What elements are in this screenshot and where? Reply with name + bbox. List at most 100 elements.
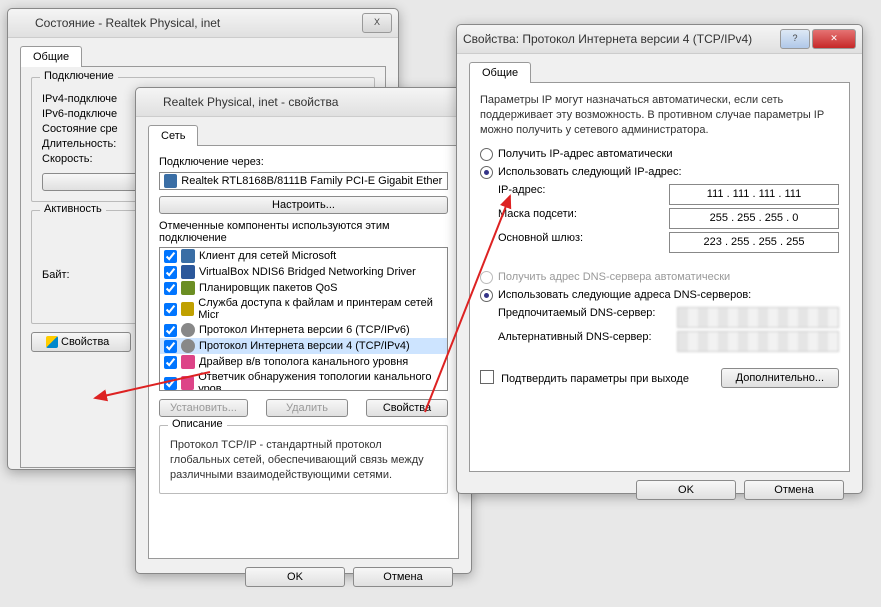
ipv6-label: IPv6-подключе — [42, 108, 117, 120]
tab-network[interactable]: Сеть — [148, 125, 198, 146]
item-checkbox[interactable] — [164, 340, 177, 353]
shield-icon — [46, 336, 58, 348]
driver-icon — [181, 355, 195, 369]
radio-icon — [480, 271, 493, 284]
list-item[interactable]: Драйвер в/в тополога канального уровня — [160, 354, 447, 370]
advanced-button[interactable]: Дополнительно... — [721, 368, 839, 388]
list-item-label: Протокол Интернета версии 6 (TCP/IPv6) — [199, 324, 410, 336]
ip-label: IP-адрес: — [498, 184, 545, 205]
list-item[interactable]: Клиент для сетей Microsoft — [160, 248, 447, 264]
ipv4-titlebar[interactable]: Свойства: Протокол Интернета версии 4 (T… — [457, 25, 862, 54]
adapter-props-window: Realtek Physical, inet - свойства Сеть П… — [135, 87, 472, 574]
gateway-label: Основной шлюз: — [498, 232, 583, 253]
item-checkbox[interactable] — [164, 250, 177, 263]
component-properties-button[interactable]: Свойства — [366, 399, 448, 417]
network-icon — [14, 15, 30, 31]
close-button[interactable]: X — [362, 13, 392, 33]
list-item-label: Протокол Интернета версии 4 (TCP/IPv4) — [199, 340, 410, 352]
client-icon — [181, 249, 195, 263]
radio-auto-ip-label: Получить IP-адрес автоматически — [498, 148, 672, 160]
list-item[interactable]: Ответчик обнаружения топологии канальног… — [160, 370, 447, 391]
radio-use-dns-label: Использовать следующие адреса DNS-сервер… — [498, 289, 751, 301]
components-label: Отмеченные компоненты используются этим … — [159, 220, 448, 244]
ip-value: 111 . 111 . 111 . 111 — [707, 188, 801, 200]
validate-label: Подтвердить параметры при выходе — [501, 373, 689, 385]
list-item-label: Драйвер в/в тополога канального уровня — [199, 356, 408, 368]
ip-address-field[interactable]: 111 . 111 . 111 . 111 — [669, 184, 839, 205]
adapter-name-text: Realtek RTL8168B/8111B Family PCI-E Giga… — [181, 175, 443, 187]
list-item-label: Планировщик пакетов QoS — [199, 282, 338, 294]
mask-value: 255 . 255 . 255 . 0 — [710, 212, 799, 224]
description-legend: Описание — [168, 418, 227, 430]
adapter-name-field: Realtek RTL8168B/8111B Family PCI-E Giga… — [159, 172, 448, 190]
item-checkbox[interactable] — [164, 324, 177, 337]
ipv4-icon — [181, 339, 195, 353]
radio-icon — [480, 166, 493, 179]
adapter-title: Realtek Physical, inet - свойства — [163, 95, 465, 109]
share-icon — [181, 302, 194, 316]
responder-icon — [181, 376, 194, 390]
gateway-field[interactable]: 223 . 255 . 255 . 255 — [669, 232, 839, 253]
activity-group-label: Активность — [40, 203, 106, 215]
tab-general[interactable]: Общие — [20, 46, 82, 67]
duration-label: Длительность: — [42, 138, 116, 150]
radio-use-dns[interactable]: Использовать следующие адреса DNS-сервер… — [480, 289, 839, 302]
radio-icon — [480, 148, 493, 161]
speed-label: Скорость: — [42, 153, 93, 165]
connect-via-label: Подключение через: — [159, 156, 448, 168]
properties-button[interactable]: Свойства — [31, 332, 131, 352]
radio-auto-ip[interactable]: Получить IP-адрес автоматически — [480, 148, 839, 161]
remove-button[interactable]: Удалить — [266, 399, 348, 417]
connection-group-label: Подключение — [40, 70, 118, 82]
validate-checkbox-row[interactable]: Подтвердить параметры при выходе — [480, 370, 689, 385]
item-checkbox[interactable] — [164, 282, 177, 295]
item-checkbox[interactable] — [164, 356, 177, 369]
list-item-selected[interactable]: Протокол Интернета версии 4 (TCP/IPv4) — [160, 338, 447, 354]
list-item-label: Ответчик обнаружения топологии канальног… — [198, 371, 443, 391]
adapter-titlebar[interactable]: Realtek Physical, inet - свойства — [136, 88, 471, 117]
vbox-icon — [181, 265, 195, 279]
help-button[interactable]: ? — [780, 29, 810, 49]
ok-button[interactable]: OK — [245, 567, 345, 587]
close-button[interactable]: ✕ — [812, 29, 856, 49]
preferred-dns-field[interactable] — [677, 307, 839, 328]
configure-button[interactable]: Настроить... — [159, 196, 448, 214]
cancel-button[interactable]: Отмена — [744, 480, 844, 500]
ipv4-label: IPv4-подключе — [42, 93, 117, 105]
description-text: Протокол TCP/IP - стандартный протокол г… — [170, 438, 437, 483]
bytes-label: Байт: — [42, 269, 70, 281]
list-item[interactable]: VirtualBox NDIS6 Bridged Networking Driv… — [160, 264, 447, 280]
dns1-label: Предпочитаемый DNS-сервер: — [498, 307, 655, 328]
radio-use-ip-label: Использовать следующий IP-адрес: — [498, 166, 682, 178]
subnet-mask-field[interactable]: 255 . 255 . 255 . 0 — [669, 208, 839, 229]
tab-general[interactable]: Общие — [469, 62, 531, 83]
ipv6-icon — [181, 323, 195, 337]
status-titlebar[interactable]: Состояние - Realtek Physical, inet X — [8, 9, 398, 38]
ipv4-intro-text: Параметры IP могут назначаться автоматич… — [480, 93, 839, 138]
install-button[interactable]: Установить... — [159, 399, 248, 417]
radio-auto-dns: Получить адрес DNS-сервера автоматически — [480, 271, 839, 284]
mask-label: Маска подсети: — [498, 208, 577, 229]
ipv4-props-window: Свойства: Протокол Интернета версии 4 (T… — [456, 24, 863, 494]
adapter-icon — [164, 174, 177, 188]
radio-icon — [480, 289, 493, 302]
ok-button[interactable]: OK — [636, 480, 736, 500]
radio-auto-dns-label: Получить адрес DNS-сервера автоматически — [498, 271, 730, 283]
list-item-label: Клиент для сетей Microsoft — [199, 250, 336, 262]
item-checkbox[interactable] — [164, 303, 177, 316]
state-label: Состояние сре — [42, 123, 118, 135]
cancel-button[interactable]: Отмена — [353, 567, 453, 587]
ipv4-title: Свойства: Протокол Интернета версии 4 (T… — [463, 32, 780, 46]
list-item[interactable]: Протокол Интернета версии 6 (TCP/IPv6) — [160, 322, 447, 338]
list-item[interactable]: Служба доступа к файлам и принтерам сете… — [160, 296, 447, 322]
list-item[interactable]: Планировщик пакетов QoS — [160, 280, 447, 296]
status-title: Состояние - Realtek Physical, inet — [35, 16, 362, 30]
gateway-value: 223 . 255 . 255 . 255 — [704, 236, 805, 248]
item-checkbox[interactable] — [164, 266, 177, 279]
alternate-dns-field[interactable] — [677, 331, 839, 352]
components-list[interactable]: Клиент для сетей Microsoft VirtualBox ND… — [159, 247, 448, 391]
properties-button-label: Свойства — [61, 336, 109, 348]
radio-use-ip[interactable]: Использовать следующий IP-адрес: — [480, 166, 839, 179]
list-item-label: Служба доступа к файлам и принтерам сете… — [198, 297, 443, 321]
item-checkbox[interactable] — [164, 377, 177, 390]
